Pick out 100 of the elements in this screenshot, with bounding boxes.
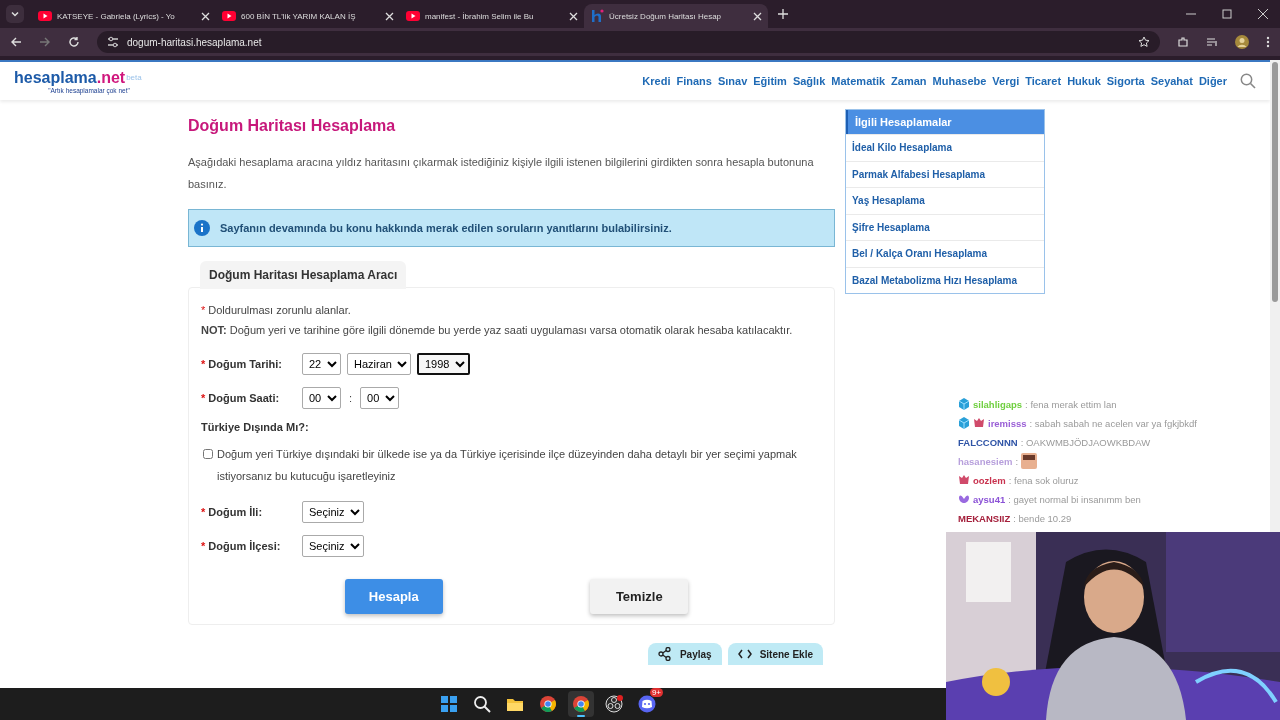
site-favicon-icon [590,9,604,23]
info-icon [194,220,210,236]
crown-badge-icon [958,474,970,486]
browser-tab[interactable]: Ücretsiz Doğum Haritası Hesap [584,4,768,28]
bookmark-star-icon[interactable] [1138,36,1150,48]
browser-icon [539,695,557,713]
nav-link[interactable]: Sınav [717,75,748,87]
browser-tab[interactable]: manifest - İbrahim Selim ile Bu [400,4,584,28]
dropdown[interactable]: Seçiniz [302,501,364,523]
taskbar-button[interactable]: 9+ [634,691,660,717]
dst-note: NOT: Doğum yeri ve tarihine göre ilgili dönemde bu yerde yaz saati uygulaması varsa otomatik olarak hesaba katılacaktır. [201,323,794,338]
chat-message: : [1015,455,1019,467]
chat-message: : sabah sabah ne acelen var ya fgkjbkdf [1029,417,1197,429]
video-favicon-icon [38,9,52,23]
tab-search-button[interactable] [6,5,24,23]
nav-link[interactable]: Kredi [642,75,671,87]
nav-link[interactable]: Sağlık [792,75,826,87]
taskbar-button[interactable] [568,691,594,717]
related-link[interactable]: Parmak Alfabesi Hesaplama [846,160,1044,187]
related-link[interactable]: İdeal Kilo Hesaplama [846,134,1044,161]
nav-link[interactable]: Hukuk [1067,75,1101,87]
required-note: Doldurulması zorunlu alanlar. [208,304,351,316]
close-icon[interactable] [385,11,394,21]
field-label: Doğum Saati: [208,392,280,404]
nav-link[interactable]: Matematik [831,75,886,87]
nav-link[interactable]: Vergi [992,75,1020,87]
site-settings-icon[interactable] [107,36,119,48]
embed-button[interactable]: Sitene Ekle [727,643,823,665]
menu-icon[interactable] [1266,36,1270,48]
profile-avatar-icon[interactable] [1235,35,1249,49]
nav-link[interactable]: Seyahat [1150,75,1193,87]
close-icon[interactable] [753,11,762,21]
search-icon[interactable] [1240,73,1256,89]
nav-link[interactable]: Muhasebe [932,75,987,87]
cube-badge-icon [958,417,970,429]
related-link[interactable]: Yaş Hesaplama [846,187,1044,214]
restore-icon[interactable] [1222,9,1232,19]
media-icon[interactable] [1206,36,1218,48]
related-panel-title: İlgili Hesaplamalar [846,110,1044,134]
info-text: Sayfanın devamında bu konu hakkında merak edilen soruların yanıtlarını bulabilirsiniz. [220,222,672,234]
dropdown[interactable]: Haziran [347,353,411,375]
dropdown[interactable]: 1998 [417,353,470,375]
field-label: Doğum İli: [208,506,263,518]
scrollbar-thumb[interactable] [1272,62,1278,302]
chat-message: : fena sok oluruz [1008,474,1079,486]
extensions-icon[interactable] [1177,36,1189,48]
nav-link[interactable]: Finans [676,75,712,87]
browser-icon [572,695,590,713]
forward-icon[interactable] [39,36,51,48]
chat-app-icon [638,695,656,713]
reload-icon[interactable] [68,36,80,48]
search-icon [473,695,491,713]
required-mark: * [201,304,206,316]
chat-message: : bende 10.29 [1013,512,1072,524]
chat-username: aysu41 [973,493,1006,505]
tool-title: Doğum Haritası Hesaplama Aracı [200,261,407,289]
wing-badge-icon [958,493,970,505]
chat-username: silahligaps [973,398,1023,410]
nav-link[interactable]: Zaman [891,75,927,87]
intro-paragraph: Aşağıdaki hesaplama aracına yıldız haritasını çıkarmak istediğiniz kişiyle ilgili istenen bilgilerini girdikten sonra hesapla butonuna basınız. [188,155,815,192]
new-tab-icon[interactable] [778,9,788,19]
caret-icon [10,9,20,19]
chat-username: MEKANSIIZ [958,512,1011,524]
time-separator: : [349,392,353,404]
related-link[interactable]: Şifre Hesaplama [846,213,1044,240]
chat-username: hasanesiem [958,455,1013,467]
video-favicon-icon [222,9,236,23]
back-icon[interactable] [10,36,22,48]
page-title: Doğum Haritası Hesaplama [188,117,397,135]
dropdown[interactable]: 00 [360,387,400,409]
nav-link[interactable]: Diğer [1198,75,1227,87]
nav-link[interactable]: Eğitim [753,75,787,87]
required-mark: * [201,392,206,404]
browser-tab[interactable]: 600 BİN TL'lik YARIM KALAN İŞ [216,4,400,28]
field-label: Doğum Tarihi: [208,358,282,370]
dropdown[interactable]: 00 [302,387,341,409]
chat-message: : gayet normal bi insanımm ben [1008,493,1141,505]
recorder-icon [605,695,623,713]
chat-message: : fena merak ettim lan [1025,398,1117,410]
start-icon [440,695,458,713]
close-icon[interactable] [569,11,578,21]
chat-username: iremisss [988,417,1027,429]
close-icon[interactable] [201,11,210,21]
address-field[interactable]: dogum-haritasi.hesaplama.net [97,31,1160,53]
dropdown[interactable]: 22 [302,353,341,375]
close-icon[interactable] [1258,9,1268,19]
share-button[interactable]: Paylaş [647,643,722,665]
cube-badge-icon [958,398,970,410]
related-link[interactable]: Bel / Kalça Oranı Hesaplama [846,240,1044,267]
nav-link[interactable]: Sigorta [1106,75,1145,87]
required-mark: * [201,540,206,552]
browser-tab[interactable]: KATSEYE - Gabriela (Lyrics) - Yo [32,4,216,28]
related-link[interactable]: Bazal Metabolizma Hızı Hesaplama [846,266,1044,293]
dropdown[interactable]: Seçiniz [302,535,364,557]
clear-button[interactable]: Temizle [590,579,689,614]
chat-username: FALCCONNN [958,436,1018,448]
chat-message: : OAKWMBJÖDJAOWKBDAW [1020,436,1151,448]
abroad-checkbox[interactable] [203,449,213,459]
nav-link[interactable]: Ticaret [1025,75,1062,87]
abroad-heading: Türkiye Dışında Mı?: [201,421,310,433]
